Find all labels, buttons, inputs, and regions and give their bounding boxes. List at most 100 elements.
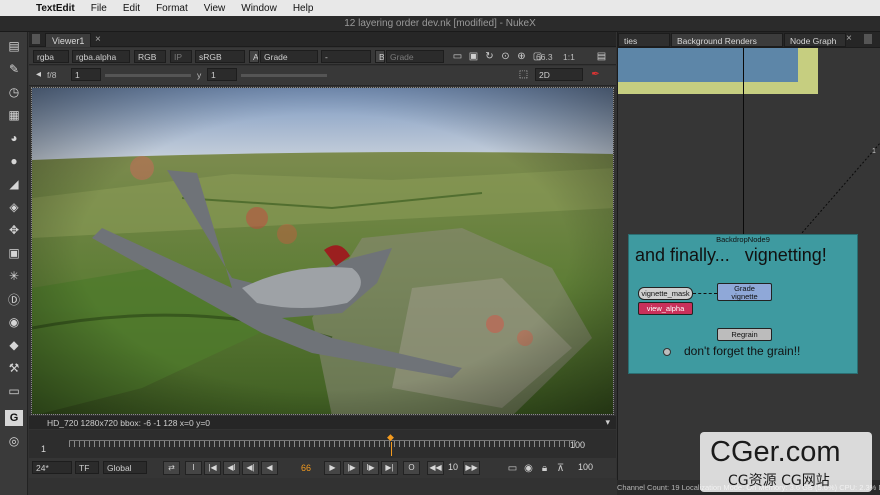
last-frame-button[interactable]: ▶| — [381, 461, 398, 475]
gamma-slider[interactable] — [241, 74, 327, 77]
viewer-image[interactable] — [31, 87, 614, 415]
proxy-dropdown[interactable]: 1:1 — [563, 52, 575, 62]
panel-menu-icon[interactable] — [864, 34, 872, 44]
float-panel-icon[interactable]: ▤ — [595, 50, 608, 63]
lock-icon[interactable]: 🔒︎ — [538, 462, 551, 475]
vignette-mask-node[interactable]: vignette_mask — [638, 287, 693, 300]
monitor-out-icon[interactable]: ▭ — [506, 462, 519, 475]
backdrop-node[interactable]: BackdropNode9 and finally... vignetting!… — [628, 234, 858, 374]
range-icon[interactable]: ⊼ — [554, 462, 567, 475]
prev-keyframe-button[interactable]: ◀I — [223, 461, 240, 475]
dot-node[interactable] — [663, 348, 671, 356]
merge-icon[interactable]: ◈ — [5, 199, 23, 215]
grade-vignette-node[interactable]: Grade vignette — [717, 283, 772, 301]
gain-field[interactable]: 1 — [71, 68, 101, 81]
next-keyframe-button[interactable]: I▶ — [362, 461, 379, 475]
fps-dropdown[interactable]: 24* — [32, 461, 72, 474]
prev-frame-button[interactable]: ◀| — [242, 461, 259, 475]
step-back-icon[interactable]: ◀◀ — [427, 461, 444, 475]
watermark-sub: CG资源 CG网站 — [728, 473, 830, 489]
nuke-icon[interactable]: ◎ — [5, 433, 23, 449]
play-backward-button[interactable]: ◀ — [261, 461, 278, 475]
menu-format[interactable]: Format — [148, 3, 196, 14]
target-icon[interactable]: ⊕ — [515, 50, 528, 63]
play-forward-button[interactable]: ▶ — [324, 461, 341, 475]
roi-icon[interactable]: ▭ — [451, 50, 464, 63]
tab-properties[interactable]: ties — [618, 33, 670, 47]
record-icon[interactable]: ◉ — [522, 462, 535, 475]
deep-icon[interactable]: Ⓓ — [5, 291, 23, 307]
alpha-dropdown[interactable]: rgba.alpha — [72, 50, 130, 63]
playhead[interactable] — [391, 442, 392, 456]
time-icon[interactable]: ◷ — [5, 84, 23, 100]
tf-dropdown[interactable]: TF — [75, 461, 99, 474]
tab-viewer1-label: Viewer1 — [52, 36, 85, 46]
menu-edit[interactable]: Edit — [115, 3, 148, 14]
tab-background-renders[interactable]: Background Renders — [671, 33, 783, 47]
timeline[interactable]: 1 100 ◆ — [29, 430, 616, 458]
pause-icon[interactable]: ⊙ — [499, 50, 512, 63]
global-dropdown[interactable]: Global — [103, 461, 147, 474]
gain-arrow-icon[interactable]: ◂ — [32, 68, 45, 81]
mask-link — [693, 293, 717, 294]
color-icon[interactable]: ◕ — [5, 130, 23, 146]
viewer-icon[interactable]: ▤ — [5, 38, 23, 54]
overlay-icon[interactable]: ▣ — [467, 50, 480, 63]
wipe-dropdown[interactable]: - — [321, 50, 371, 63]
channels-dropdown[interactable]: rgba — [33, 50, 69, 63]
input-a-dropdown[interactable]: Grade — [260, 50, 318, 63]
step-forward-icon[interactable]: ▶▶ — [463, 461, 480, 475]
info-collapse-icon[interactable]: ▾ — [605, 417, 610, 428]
current-frame-field[interactable]: 66 — [291, 461, 321, 475]
playhead-marker-icon[interactable]: ◆ — [387, 432, 397, 442]
lut-dropdown[interactable]: sRGB — [195, 50, 245, 63]
tab-viewer1[interactable]: Viewer1 — [45, 33, 91, 47]
filter-icon[interactable]: ● — [5, 153, 23, 169]
ip-button[interactable]: IP — [170, 50, 192, 63]
close-tab-icon[interactable]: × — [846, 33, 852, 44]
viewer-gain-row: ◂ f/8 1 y 1 ⬚ 2D ✒ — [29, 66, 616, 86]
other-icon[interactable]: ▭ — [5, 383, 23, 399]
3d-icon[interactable]: ▣ — [5, 245, 23, 261]
metadata-icon[interactable]: ◆ — [5, 337, 23, 353]
window-title-bar: 12 layering order dev.nk [modified] - Nu… — [0, 16, 880, 32]
out-point-button[interactable]: O — [403, 461, 420, 475]
end-frame-field[interactable]: 100 — [578, 462, 593, 472]
next-frame-button[interactable]: |▶ — [343, 461, 360, 475]
view-alpha-node[interactable]: view_alpha — [638, 302, 693, 315]
gain-slider[interactable] — [105, 74, 191, 77]
roi-select-icon[interactable]: ⬚ — [517, 68, 530, 81]
menu-file[interactable]: File — [83, 3, 115, 14]
refresh-icon[interactable]: ↻ — [483, 50, 496, 63]
gizmo-icon[interactable]: G — [5, 410, 23, 426]
first-frame-button[interactable]: |◀ — [204, 461, 221, 475]
display-channel-dropdown[interactable]: RGB — [134, 50, 166, 63]
channel-icon[interactable]: ▦ — [5, 107, 23, 123]
menu-view[interactable]: View — [196, 3, 234, 14]
step-increment-field[interactable]: 10 — [445, 462, 461, 472]
view-mode-dropdown[interactable]: 2D — [535, 68, 583, 81]
in-point-button[interactable]: I — [185, 461, 202, 475]
pick-color-icon[interactable]: ✒ — [589, 68, 602, 81]
menu-app[interactable]: TextEdit — [28, 3, 83, 14]
menu-window[interactable]: Window — [233, 3, 285, 14]
zoom-value[interactable]: 66.3 — [536, 52, 553, 62]
toolsets-icon[interactable]: ⚒ — [5, 360, 23, 376]
paint-icon[interactable]: ✎ — [5, 61, 23, 77]
panel-menu-icon[interactable] — [32, 34, 40, 44]
transform-icon[interactable]: ✥ — [5, 222, 23, 238]
loop-mode-icon[interactable]: ⇄ — [163, 461, 180, 475]
keyer-icon[interactable]: ◢ — [5, 176, 23, 192]
menu-help[interactable]: Help — [285, 3, 322, 14]
viewer-info-bar: HD_720 1280x720 bbox: -6 -1 128 x=0 y=0 … — [29, 416, 616, 429]
tab-node-graph[interactable]: Node Graph — [784, 33, 846, 47]
node-graph-panel[interactable]: ties Background Renders Node Graph × 1 B… — [617, 32, 880, 495]
views-icon[interactable]: ◉ — [5, 314, 23, 330]
close-tab-icon[interactable]: × — [95, 34, 101, 45]
regrain-node[interactable]: Regrain — [717, 328, 772, 341]
gamma-field[interactable]: 1 — [207, 68, 237, 81]
particles-icon[interactable]: ✳ — [5, 268, 23, 284]
input-b-dropdown[interactable]: Grade — [386, 50, 444, 63]
transport-bar: 24* TF Global ⇄ I |◀ ◀I ◀| ◀ 66 ▶ |▶ I▶ … — [29, 458, 616, 478]
watermark: CGer.com CG资源 CG网站 — [700, 432, 872, 492]
